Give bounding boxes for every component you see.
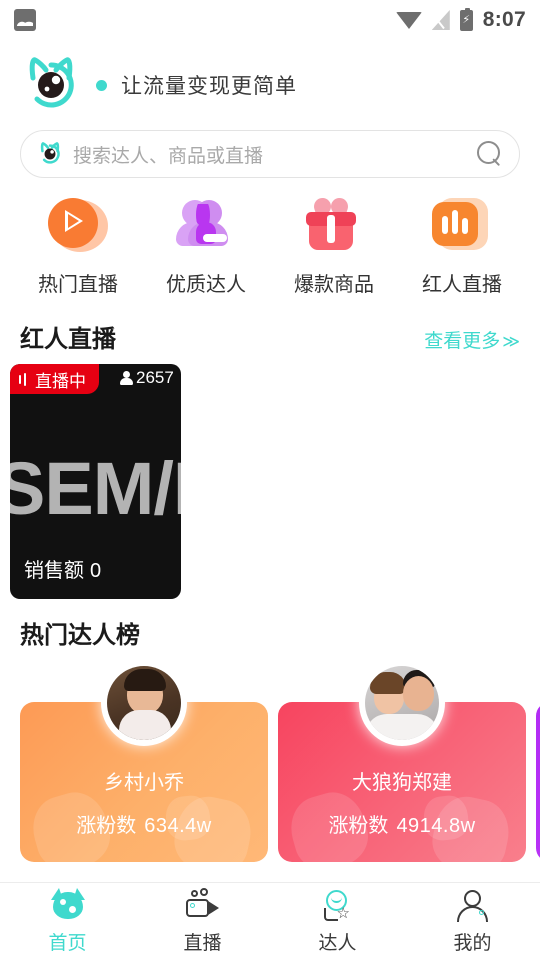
rank-stat-value: 4914.8w — [396, 815, 476, 837]
status-bar-right: 8:07 — [395, 7, 526, 32]
rank-stat-label: 涨粉数 — [328, 815, 389, 837]
category-label: 热门直播 — [38, 274, 118, 296]
status-bar: 8:07 — [0, 0, 540, 40]
rank-card[interactable]: 大狼狗郑建 涨粉数 4914.8w — [278, 660, 526, 862]
category-shortcuts: 热门直播 优质达人 爆款商品 红人直播 — [0, 178, 540, 303]
cat-logo-icon — [20, 54, 82, 116]
chevron-right-icon: ≫ — [502, 332, 520, 351]
search-section: 搜索达人、商品或直播 — [0, 124, 540, 178]
video-camera-icon — [183, 888, 223, 922]
rank-card[interactable]: 乡村小乔 涨粉数 634.4w — [20, 660, 268, 862]
category-label: 红人直播 — [422, 274, 502, 296]
tab-label: 达人 — [318, 933, 357, 954]
search-icon[interactable] — [477, 141, 503, 167]
avatar — [101, 660, 187, 746]
view-more-label: 查看更多 — [424, 331, 501, 352]
tab-home[interactable]: 首页 — [0, 888, 135, 955]
brand-header: 让流量变现更简单 — [0, 40, 540, 124]
people-icon — [176, 196, 236, 256]
live-badge-label: 直播中 — [35, 371, 86, 391]
rank-name: 乡村小乔 — [104, 772, 184, 794]
person-icon — [120, 371, 133, 385]
tab-live[interactable]: 直播 — [135, 888, 270, 955]
category-label: 爆款商品 — [294, 274, 374, 296]
live-status-badge: 直播中 — [10, 364, 99, 394]
rank-section-header: 热门达人榜 — [0, 599, 540, 660]
star-person-icon: ☆ — [318, 888, 358, 922]
rank-stat: 涨粉数 634.4w — [20, 809, 268, 838]
status-bar-left — [14, 9, 36, 31]
rank-stat: 涨粉数 4914.8w — [278, 809, 526, 838]
category-item-hot-live[interactable]: 热门直播 — [14, 196, 142, 297]
tab-label: 直播 — [183, 933, 222, 954]
rank-card[interactable] — [536, 702, 540, 862]
section-title: 红人直播 — [20, 326, 116, 353]
live-sales: 销售额 0 — [24, 554, 101, 583]
brand-slogan: 让流量变现更简单 — [121, 75, 297, 98]
broadcast-icon — [19, 372, 28, 386]
category-label: 优质达人 — [166, 274, 246, 296]
live-sales-value: 0 — [90, 560, 102, 582]
rank-card-scroller[interactable]: 乡村小乔 涨粉数 634.4w 大狼狗郑建 涨粉数 4914.8w — [0, 660, 540, 862]
live-sales-label: 销售额 — [24, 560, 84, 582]
bar-chart-icon — [432, 196, 492, 256]
viewer-count: 2657 — [120, 368, 174, 388]
bottom-navigation: 首页 直播 ☆ 达人 我的 — [0, 882, 540, 960]
tab-mine[interactable]: 我的 — [405, 888, 540, 955]
live-card[interactable]: 直播中 2657 SEM/R 销售额 0 — [10, 364, 181, 599]
tab-talent[interactable]: ☆ 达人 — [270, 888, 405, 955]
tab-label: 我的 — [453, 933, 492, 954]
tab-label: 首页 — [48, 933, 87, 954]
view-more-link[interactable]: 查看更多 ≫ — [424, 326, 520, 353]
search-input[interactable]: 搜索达人、商品或直播 — [73, 141, 467, 168]
person-icon — [453, 888, 493, 922]
photo-icon — [14, 9, 36, 31]
battery-charging-icon — [459, 7, 473, 31]
gift-icon — [304, 195, 364, 256]
rank-stat-value: 634.4w — [144, 815, 212, 837]
avatar — [359, 660, 445, 746]
rank-stat-label: 涨粉数 — [76, 815, 137, 837]
live-card-scroller[interactable]: 直播中 2657 SEM/R 销售额 0 — [0, 364, 540, 599]
category-item-celebrity-live[interactable]: 红人直播 — [398, 196, 526, 297]
wifi-icon — [395, 11, 422, 29]
search-bar[interactable]: 搜索达人、商品或直播 — [20, 130, 520, 178]
category-item-quality-talent[interactable]: 优质达人 — [142, 196, 270, 297]
status-bar-time: 8:07 — [482, 8, 526, 31]
play-icon — [48, 196, 108, 256]
signal-off-icon — [432, 10, 450, 30]
live-cover-text: SEM/R — [10, 447, 181, 530]
section-title: 热门达人榜 — [20, 622, 140, 649]
category-item-hot-goods[interactable]: 爆款商品 — [270, 195, 398, 297]
brand-dot-icon — [96, 79, 107, 91]
cat-logo-small-icon — [37, 141, 63, 167]
viewer-count-value: 2657 — [136, 368, 174, 387]
live-section-header: 红人直播 查看更多 ≫ — [0, 303, 540, 364]
rank-name: 大狼狗郑建 — [352, 772, 452, 794]
cat-home-icon — [48, 888, 88, 922]
